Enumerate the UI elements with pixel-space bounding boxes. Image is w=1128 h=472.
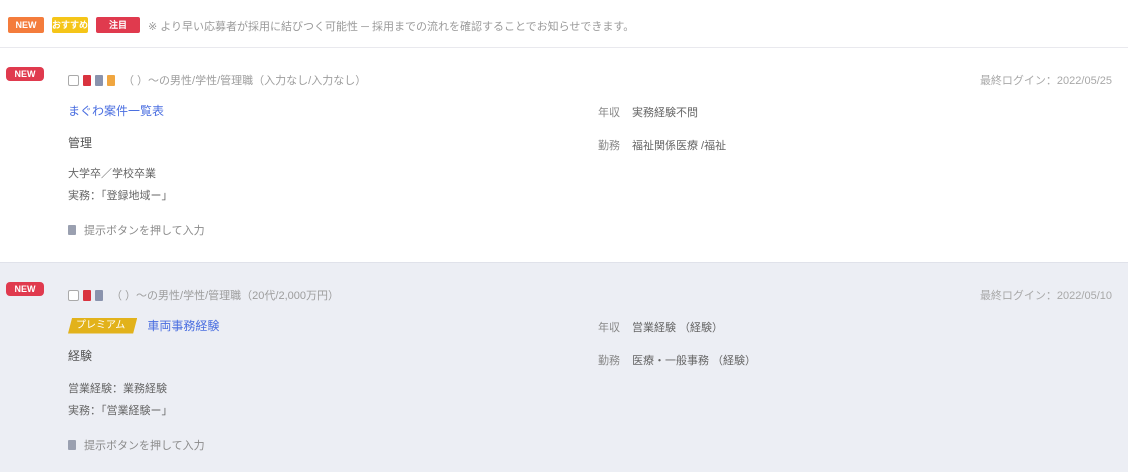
- notice-text: ※ より早い応募者が採用に結びつく可能性 ─ 採用までの流れを確認することでお知…: [148, 21, 635, 33]
- detail-salary: 年収 営業経験 （経験）: [598, 319, 723, 335]
- detail-work: 勤務 医療・一般事務 （経験）: [598, 352, 756, 368]
- detail-label: 勤務: [598, 355, 620, 367]
- listing-meta-text: （ ）～の男性/学性/管理職（20代/2,000万円）: [111, 290, 339, 302]
- last-login: 最終ログイン：2022/05/10: [979, 290, 1112, 302]
- contact-text: 提示ボタンを押して入力: [84, 225, 205, 237]
- listing-experience: 実務：「営業経験ー」: [68, 405, 173, 417]
- contact-line[interactable]: 提示ボタンを押して入力: [68, 437, 205, 453]
- orange-tag-icon: [107, 74, 115, 86]
- title-line: プレミアム 車両事務経験: [68, 317, 219, 334]
- document-icon: [68, 440, 76, 450]
- listing-title-link[interactable]: まぐわ案件一覧表: [68, 102, 164, 119]
- detail-work: 勤務 福祉関係医療 /福祉: [598, 137, 726, 153]
- detail-label: 年収: [598, 322, 620, 334]
- premium-badge: プレミアム: [68, 317, 138, 334]
- contact-line[interactable]: 提示ボタンを押して入力: [68, 222, 205, 238]
- listing-education: 大学卒／学校卒業: [68, 168, 156, 180]
- title-line: まぐわ案件一覧表: [68, 102, 164, 119]
- gray-tag-icon: [95, 74, 103, 86]
- checkbox[interactable]: [68, 74, 79, 86]
- list-item[interactable]: NEW （ ）～の男性/学性/管理職（20代/2,000万円） 最終ログイン：2…: [0, 262, 1128, 472]
- listing-category: 管理: [68, 136, 93, 150]
- notice-badge-recommended: おすすめ: [52, 17, 88, 33]
- detail-salary: 年収 実務経験不問: [598, 104, 698, 120]
- last-login: 最終ログイン：2022/05/25: [979, 75, 1112, 87]
- listing-meta: （ ）～の男性/学性/管理職（20代/2,000万円）: [68, 287, 339, 303]
- gray-tag-icon: [95, 289, 103, 301]
- detail-value: 福祉関係医療 /福祉: [632, 140, 727, 152]
- list-item[interactable]: NEW （ ）～の男性/学性/管理職（入力なし/入力なし） 最終ログイン：202…: [0, 48, 1128, 262]
- app-root: NEW おすすめ 注目 ※ より早い応募者が採用に結びつく可能性 ─ 採用までの…: [0, 0, 1128, 472]
- contact-text: 提示ボタンを押して入力: [84, 440, 205, 452]
- new-badge: NEW: [6, 282, 44, 296]
- red-tag-icon: [83, 74, 91, 86]
- red-tag-icon: [83, 289, 91, 301]
- checkbox[interactable]: [68, 289, 79, 301]
- detail-value: 医療・一般事務 （経験）: [632, 355, 757, 367]
- notice-badge-new: NEW: [8, 17, 44, 33]
- new-badge: NEW: [6, 67, 44, 81]
- listing-meta: （ ）～の男性/学性/管理職（入力なし/入力なし）: [68, 72, 366, 88]
- detail-label: 勤務: [598, 140, 620, 152]
- detail-label: 年収: [598, 107, 620, 119]
- detail-value: 営業経験 （経験）: [632, 322, 724, 334]
- detail-value: 実務経験不問: [632, 107, 698, 119]
- listing-category: 経験: [68, 349, 93, 363]
- listing-experience: 実務：「登録地域ー」: [68, 190, 173, 202]
- listing-meta-text: （ ）～の男性/学性/管理職（入力なし/入力なし）: [123, 75, 367, 87]
- listing-title-link[interactable]: 車両事務経験: [147, 317, 219, 334]
- listing-education: 営業経験：業務経験: [68, 383, 167, 395]
- notice-bar: NEW おすすめ 注目 ※ より早い応募者が採用に結びつく可能性 ─ 採用までの…: [0, 0, 1128, 48]
- document-icon: [68, 225, 76, 235]
- notice-badge-featured: 注目: [96, 17, 140, 33]
